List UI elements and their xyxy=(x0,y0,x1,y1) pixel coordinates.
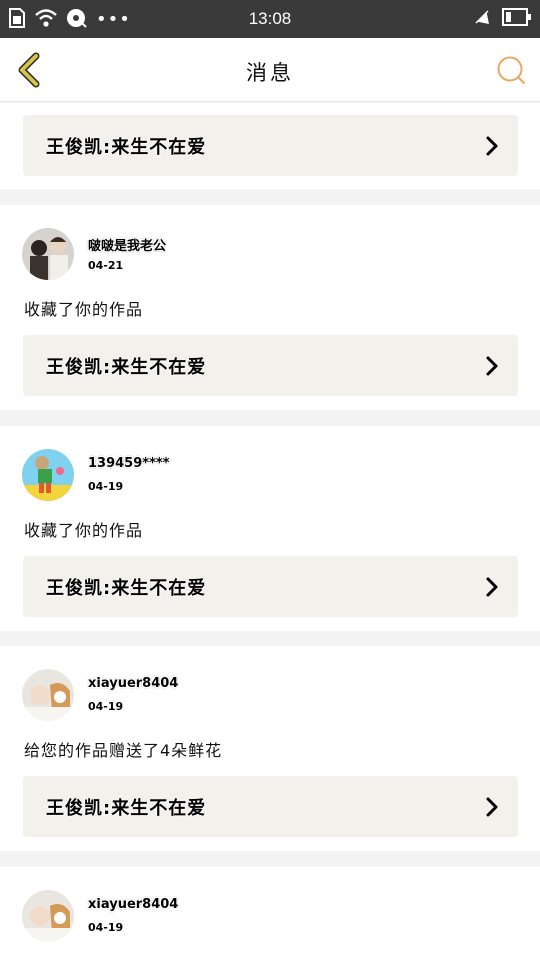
chevron-right-icon xyxy=(486,136,498,156)
message-date: 04-21 xyxy=(88,259,124,272)
message-card: xiayuer8404 04-19 xyxy=(0,867,540,960)
chevron-right-icon xyxy=(486,577,498,597)
chevron-right-icon xyxy=(486,356,498,376)
message-card: 139459**** 04-19 收藏了你的作品 王俊凯:来生不在爱 xyxy=(0,426,540,631)
avatar[interactable] xyxy=(22,449,74,501)
page-title: 消息 xyxy=(246,61,294,85)
work-title: 王俊凯:来生不在爱 xyxy=(46,798,207,819)
work-link[interactable]: 王俊凯:来生不在爱 xyxy=(23,335,518,396)
work-link[interactable]: 王俊凯:来生不在爱 xyxy=(23,776,518,837)
chevron-right-icon xyxy=(486,797,498,817)
message-card: 啵啵是我老公 04-21 收藏了你的作品 王俊凯:来生不在爱 xyxy=(0,205,540,410)
message-date: 04-19 xyxy=(88,700,124,713)
work-link[interactable]: 王俊凯:来生不在爱 xyxy=(23,556,518,617)
status-bar: ••• 13:08 xyxy=(0,0,540,38)
search-button[interactable] xyxy=(496,55,526,85)
message-card: xiayuer8404 04-19 给您的作品赠送了4朵鲜花 王俊凯:来生不在爱 xyxy=(0,646,540,851)
search-icon xyxy=(497,56,525,84)
work-title: 王俊凯:来生不在爱 xyxy=(46,137,207,158)
message-card: 王俊凯:来生不在爱 xyxy=(0,103,540,189)
battery-icon xyxy=(502,8,532,30)
status-right-icons xyxy=(472,7,532,31)
message-text: 收藏了你的作品 xyxy=(24,521,144,540)
message-date: 04-19 xyxy=(88,921,124,934)
message-text: 收藏了你的作品 xyxy=(24,300,144,319)
avatar[interactable] xyxy=(22,669,74,721)
mute-icon xyxy=(472,7,492,31)
username[interactable]: xiayuer8404 xyxy=(88,897,178,912)
username[interactable]: 啵啵是我老公 xyxy=(88,235,166,254)
message-text: 给您的作品赠送了4朵鲜花 xyxy=(24,741,223,760)
work-title: 王俊凯:来生不在爱 xyxy=(46,578,207,599)
status-time: 13:08 xyxy=(248,9,292,28)
work-link[interactable]: 王俊凯:来生不在爱 xyxy=(23,115,518,176)
work-title: 王俊凯:来生不在爱 xyxy=(46,357,207,378)
avatar[interactable] xyxy=(22,890,74,942)
app-header: 消息 xyxy=(0,38,540,102)
username[interactable]: xiayuer8404 xyxy=(88,676,178,691)
message-date: 04-19 xyxy=(88,480,124,493)
avatar[interactable] xyxy=(22,228,74,280)
username[interactable]: 139459**** xyxy=(88,456,169,471)
